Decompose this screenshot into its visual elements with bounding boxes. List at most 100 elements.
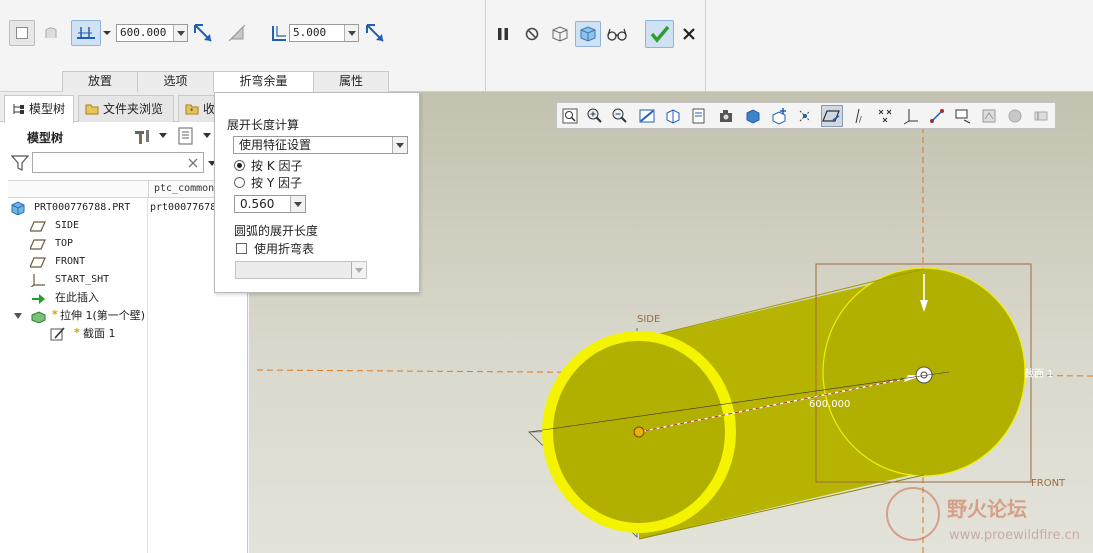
feature-dashboard: 600.000 5.000 放置 选项 折弯余量 属性: [0, 0, 1093, 93]
flip-depth-button[interactable]: [190, 20, 216, 46]
dashboard-tabs: 放置 选项 折弯余量 属性: [62, 71, 389, 93]
thickness-input[interactable]: 5.000: [289, 24, 359, 42]
spin-center-icon[interactable]: [796, 107, 814, 125]
tree-row-label: SIDE: [55, 220, 80, 231]
datum-display-icon[interactable]: [770, 107, 788, 125]
svg-text:*: *: [190, 107, 194, 115]
model-tree-title: 模型树: [27, 131, 64, 145]
thickness-dropdown-arrow[interactable]: [344, 25, 358, 41]
flip-thickness-button[interactable]: [362, 20, 388, 46]
saved-orientations-icon[interactable]: [664, 107, 682, 125]
clear-icon[interactable]: [188, 158, 198, 168]
tab-bend-allowance[interactable]: 折弯余量: [213, 71, 314, 93]
chevron-down-icon[interactable]: [290, 196, 305, 212]
attached-preview-button[interactable]: [547, 21, 573, 47]
k-factor-label: 按 K 因子: [251, 159, 303, 173]
tree-row-csys[interactable]: START_SHT: [30, 271, 140, 289]
k-factor-radio[interactable]: [234, 160, 245, 171]
length-input[interactable]: 600.000: [116, 24, 188, 42]
no-preview-button[interactable]: [519, 21, 545, 47]
tree-row-part[interactable]: PRT000776788.PRT prt000776788: [8, 199, 248, 217]
plane-display-icon: [822, 110, 840, 122]
tree-settings-button[interactable]: [132, 126, 152, 146]
annotation-display-icon[interactable]: [928, 107, 946, 125]
surface-button[interactable]: [38, 20, 64, 46]
appearance-icon[interactable]: [1006, 107, 1024, 125]
tree-row-front[interactable]: FRONT: [30, 253, 140, 271]
y-factor-radio[interactable]: [234, 177, 245, 188]
list-document-icon: [178, 127, 193, 145]
column-divider: [147, 198, 148, 553]
depth-options-dropdown[interactable]: [101, 24, 113, 42]
verify-button[interactable]: [604, 21, 630, 47]
tab-options[interactable]: 选项: [137, 71, 214, 92]
axis-display-icon[interactable]: /: [850, 107, 868, 125]
solid-wall-button[interactable]: [9, 20, 35, 46]
surface-icon: [45, 27, 57, 38]
expand-triangle-icon[interactable]: [14, 312, 23, 320]
tree-column-header: ptc_common_name: [8, 180, 248, 198]
display-style-icon[interactable]: [744, 107, 762, 125]
view-manager-icon[interactable]: [690, 107, 708, 125]
chevron-down-icon[interactable]: [351, 262, 366, 278]
coordinate-system-icon: [30, 274, 45, 287]
tab-folder-browser[interactable]: 文件夹浏览: [78, 95, 174, 122]
chevron-down-icon[interactable]: [392, 137, 407, 153]
datum-plane-icon: [30, 239, 46, 250]
calculation-method-select[interactable]: 使用特征设置: [233, 136, 408, 154]
depth-blind-button[interactable]: [71, 20, 101, 46]
part-cube-icon: [11, 201, 25, 215]
no-entry-icon: [525, 27, 539, 41]
bend-table-select[interactable]: [235, 261, 367, 279]
tab-properties[interactable]: 属性: [313, 71, 389, 92]
close-icon: [683, 28, 695, 40]
use-bend-table-checkbox[interactable]: [236, 243, 247, 254]
plane-display-toggle[interactable]: [821, 105, 843, 127]
tree-row-side[interactable]: SIDE: [30, 217, 140, 235]
repaint-icon[interactable]: [638, 107, 656, 125]
length-value: 600.000: [120, 26, 167, 39]
tree-row-top[interactable]: TOP: [30, 235, 140, 253]
point-display-icon[interactable]: [876, 107, 894, 125]
section-label: 截面 1: [1024, 367, 1054, 380]
perspective-camera-icon[interactable]: [718, 107, 736, 125]
annotation-text-icon[interactable]: [954, 107, 972, 125]
pause-icon: [498, 28, 508, 40]
chevron-down-icon[interactable]: [159, 133, 167, 139]
zoom-in-icon[interactable]: [586, 107, 604, 125]
cancel-button[interactable]: [676, 21, 702, 47]
depth-dimension-label[interactable]: 600.000: [809, 399, 850, 410]
tree-filter-row: [0, 150, 248, 176]
new-feature-marker-icon: *: [52, 308, 58, 321]
depth-drag-handle[interactable]: [633, 426, 645, 438]
tree-row-extrude[interactable]: * 拉伸 1(第一个壁): [14, 307, 148, 325]
remove-material-button[interactable]: [224, 20, 250, 46]
refit-icon[interactable]: [561, 107, 579, 125]
watermark-logo-icon: [886, 487, 940, 541]
zoom-out-icon[interactable]: [611, 107, 629, 125]
spin-center-display-icon[interactable]: [980, 107, 998, 125]
blind-depth-icon: [77, 27, 95, 39]
tree-row-section[interactable]: * 截面 1: [50, 325, 148, 343]
csys-display-icon[interactable]: [902, 107, 920, 125]
pause-button[interactable]: [490, 21, 516, 47]
tab-model-tree[interactable]: 模型树: [4, 95, 74, 123]
tree-row-label: TOP: [55, 238, 74, 249]
tab-placement[interactable]: 放置: [62, 71, 138, 92]
cross-section-icon[interactable]: [1032, 107, 1050, 125]
chevron-down-icon[interactable]: [203, 133, 211, 139]
show-options-button[interactable]: [177, 126, 197, 146]
model-tree-toolbar: 模型树: [0, 122, 248, 150]
svg-text:/: /: [859, 115, 862, 124]
length-dropdown-arrow[interactable]: [173, 25, 187, 41]
chevron-down-icon: [103, 31, 111, 35]
factor-value-select[interactable]: 0.560: [234, 195, 306, 213]
unfold-length-title: 展开长度计算: [227, 118, 300, 132]
navigator-tabs: 模型树 文件夹浏览 * 收: [0, 92, 248, 123]
feature-preview-button[interactable]: [575, 21, 601, 47]
tree-search-input[interactable]: [32, 152, 204, 173]
folder-icon: [85, 104, 99, 115]
ok-button[interactable]: [645, 20, 674, 48]
tree-row-insert-here[interactable]: 在此插入: [30, 289, 140, 307]
tree-row-label: 截面 1: [83, 327, 116, 340]
